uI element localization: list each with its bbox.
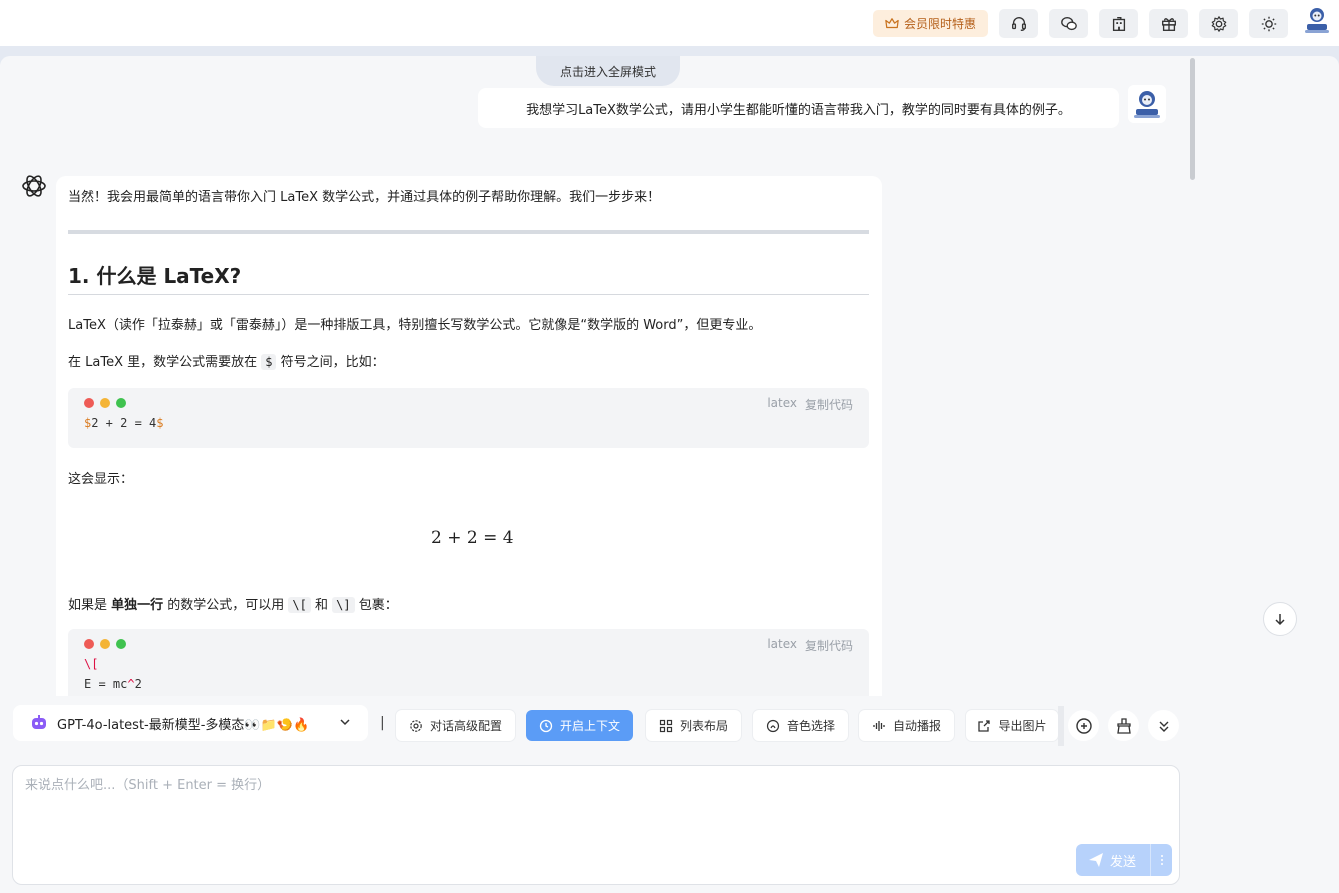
advanced-config-button[interactable]: 对话高级配置	[396, 710, 515, 741]
settings-button[interactable]	[1199, 9, 1238, 38]
toolbar-scroll-edge	[1058, 706, 1064, 746]
code-language: latex	[767, 396, 797, 410]
gear-icon	[410, 719, 422, 732]
user-avatar-icon[interactable]	[1303, 5, 1331, 35]
robot-icon	[32, 715, 46, 729]
send-label: 发送	[1110, 854, 1137, 870]
headset-icon	[1011, 16, 1026, 31]
copy-code-button[interactable]: 复制代码	[805, 637, 853, 654]
window-dots	[84, 639, 126, 649]
double-chevron-down-icon	[1159, 721, 1168, 732]
code-block-1: latex 复制代码 $2 + 2 = 4$	[68, 388, 869, 448]
copy-code-button[interactable]: 复制代码	[805, 396, 853, 413]
clear-button[interactable]	[1108, 710, 1139, 741]
answer-paragraph-3: 这会显示：	[68, 472, 134, 487]
code-line: \[	[84, 657, 99, 671]
gift-icon	[1161, 17, 1176, 31]
answer-intro: 当然！我会用最简单的语言带你入门 LaTeX 数学公式，并通过具体的例子帮助你理…	[68, 190, 661, 205]
answer-paragraph-1: LaTeX（读作「拉泰赫」或「雷泰赫」）是一种排版工具，特别擅长写数学公式。它就…	[68, 318, 762, 333]
list-layout-button[interactable]: 列表布局	[646, 710, 741, 741]
vip-promo-button[interactable]: 会员限时特惠	[873, 10, 988, 37]
send-button[interactable]: 发送	[1076, 844, 1172, 876]
top-bar: 会员限时特惠	[0, 0, 1339, 46]
autoplay-button[interactable]: 自动播报	[859, 710, 954, 741]
export-image-button[interactable]: 导出图片	[966, 710, 1058, 741]
chevron-down-icon	[340, 719, 350, 726]
user-message: 我想学习LaTeX数学公式，请用小学生都能听懂的语言带我入门，教学的同时要有具体…	[478, 88, 1119, 128]
heading-underline	[68, 294, 869, 295]
new-chat-button[interactable]	[1068, 710, 1099, 741]
answer-paragraph-4: 如果是 单独一行 的数学公式，可以用 \[ 和 \] 包裹：	[68, 597, 398, 613]
grid-icon	[659, 719, 673, 732]
voice-select-button[interactable]: 音色选择	[753, 710, 848, 741]
support-button[interactable]	[999, 9, 1038, 38]
openai-logo-icon	[22, 175, 46, 197]
model-name: GPT-4o-latest-最新模型-多模态👀📁🍤🔥	[57, 717, 310, 733]
user-message-avatar-icon	[1128, 85, 1166, 123]
gear-icon	[1211, 15, 1226, 32]
message-input-container	[12, 765, 1180, 885]
scroll-down-button[interactable]	[1263, 602, 1297, 636]
building-icon	[1112, 16, 1125, 31]
message-input[interactable]	[25, 774, 1165, 844]
assistant-message: 当然！我会用最简单的语言带你入门 LaTeX 数学公式，并通过具体的例子帮助你理…	[56, 176, 882, 696]
code-line: $2 + 2 = 4$	[84, 416, 164, 430]
sun-icon	[1261, 16, 1276, 31]
wechat-icon	[1060, 16, 1077, 30]
fullscreen-toggle[interactable]: 点击进入全屏模式	[536, 56, 680, 86]
chat-plus-icon	[1075, 717, 1092, 734]
answer-heading: 1. 什么是 LaTeX?	[68, 264, 242, 288]
wechat-button[interactable]	[1049, 9, 1088, 38]
inline-code: $	[261, 354, 277, 370]
crown-icon	[885, 17, 899, 28]
chat-toolbar: GPT-4o-latest-最新模型-多模态👀📁🍤🔥 | 对话高级配置 开启上下…	[0, 696, 1339, 756]
toolbar-separator: |	[380, 715, 385, 731]
code-block-2: latex 复制代码 \[ E = mc^2	[68, 629, 869, 696]
window-dots	[84, 398, 126, 408]
voice-icon	[766, 719, 780, 732]
model-selector[interactable]: GPT-4o-latest-最新模型-多模态👀📁🍤🔥	[13, 705, 368, 741]
gift-button[interactable]	[1149, 9, 1188, 38]
code-line: E = mc^2	[84, 677, 142, 691]
arrow-down-icon	[1275, 614, 1285, 626]
building-button[interactable]	[1099, 9, 1138, 38]
chat-scrollbar[interactable]	[1190, 58, 1195, 180]
code-language: latex	[767, 637, 797, 651]
theme-button[interactable]	[1249, 9, 1288, 38]
divider	[68, 230, 869, 234]
expand-toolbar-button[interactable]	[1148, 710, 1179, 741]
send-options-button[interactable]	[1150, 844, 1172, 876]
broom-icon	[1116, 717, 1131, 734]
paper-plane-icon	[1089, 853, 1103, 867]
waveform-icon	[873, 720, 885, 731]
rendered-math: 2 + 2 = 4	[431, 528, 514, 548]
context-toggle-button[interactable]: 开启上下文	[526, 710, 633, 741]
answer-paragraph-2: 在 LaTeX 里，数学公式需要放在 $ 符号之间，比如：	[68, 354, 385, 370]
vip-label: 会员限时特惠	[903, 17, 976, 31]
more-vertical-icon	[1160, 855, 1163, 865]
share-icon	[978, 719, 991, 732]
chat-bubble-icon	[539, 719, 553, 732]
